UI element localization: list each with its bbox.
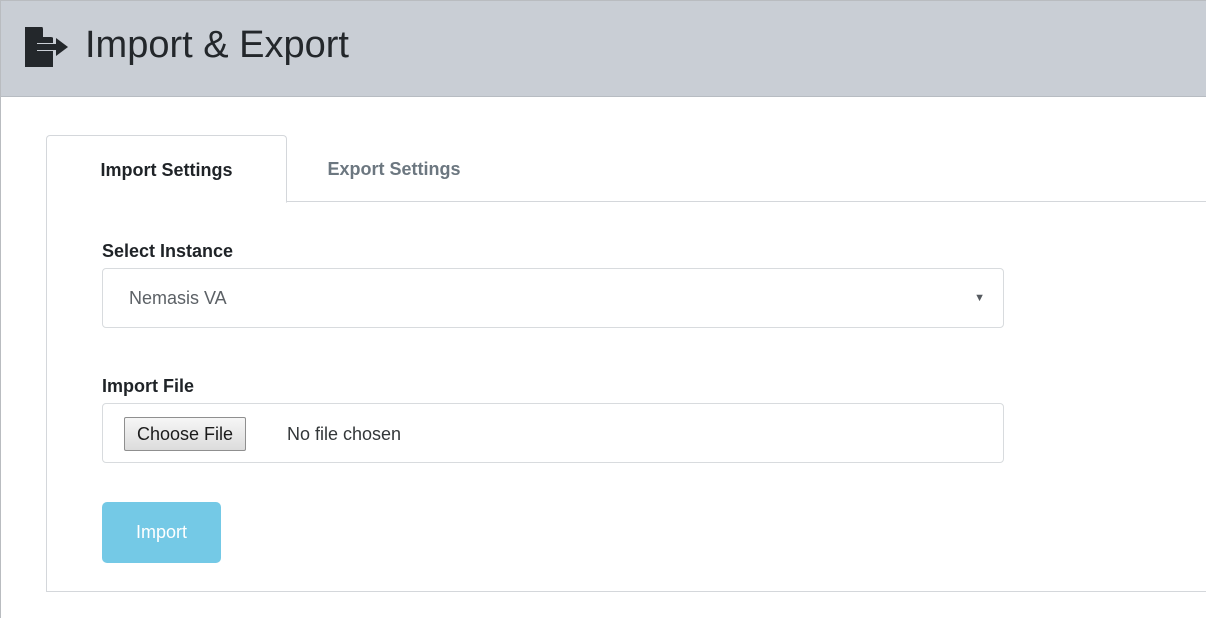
import-button[interactable]: Import xyxy=(102,502,221,563)
instance-select[interactable]: Nemasis VA ▼ xyxy=(102,268,1004,328)
choose-file-button[interactable]: Choose File xyxy=(124,417,247,451)
import-file-label: Import File xyxy=(102,376,195,396)
tab-import-settings[interactable]: Import Settings xyxy=(46,135,287,203)
select-instance-label: Select Instance xyxy=(102,241,234,261)
tab-export-settings[interactable]: Export Settings xyxy=(287,135,501,203)
caret-down-icon: ▼ xyxy=(974,292,985,304)
instance-select-value: Nemasis VA xyxy=(129,288,227,308)
file-export-icon xyxy=(25,26,68,67)
page-title: Import & Export xyxy=(85,24,349,66)
page-header: Import & Export xyxy=(1,1,1206,97)
settings-tabs: Import Settings Export Settings xyxy=(46,135,1206,203)
file-status-text: No file chosen xyxy=(287,424,402,444)
import-file-input: Choose File No file chosen xyxy=(102,403,1004,463)
